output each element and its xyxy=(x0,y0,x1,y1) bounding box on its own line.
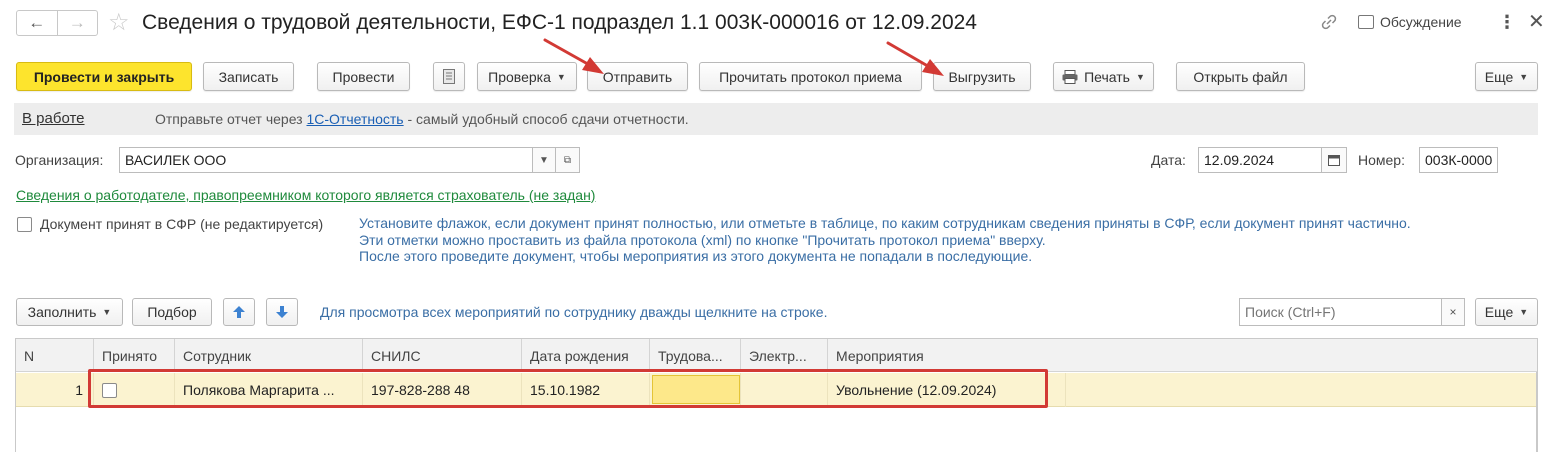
arrow-to-export-button xyxy=(886,41,944,76)
arrow-to-send-button xyxy=(543,38,604,74)
annotation-arrows xyxy=(543,38,944,76)
